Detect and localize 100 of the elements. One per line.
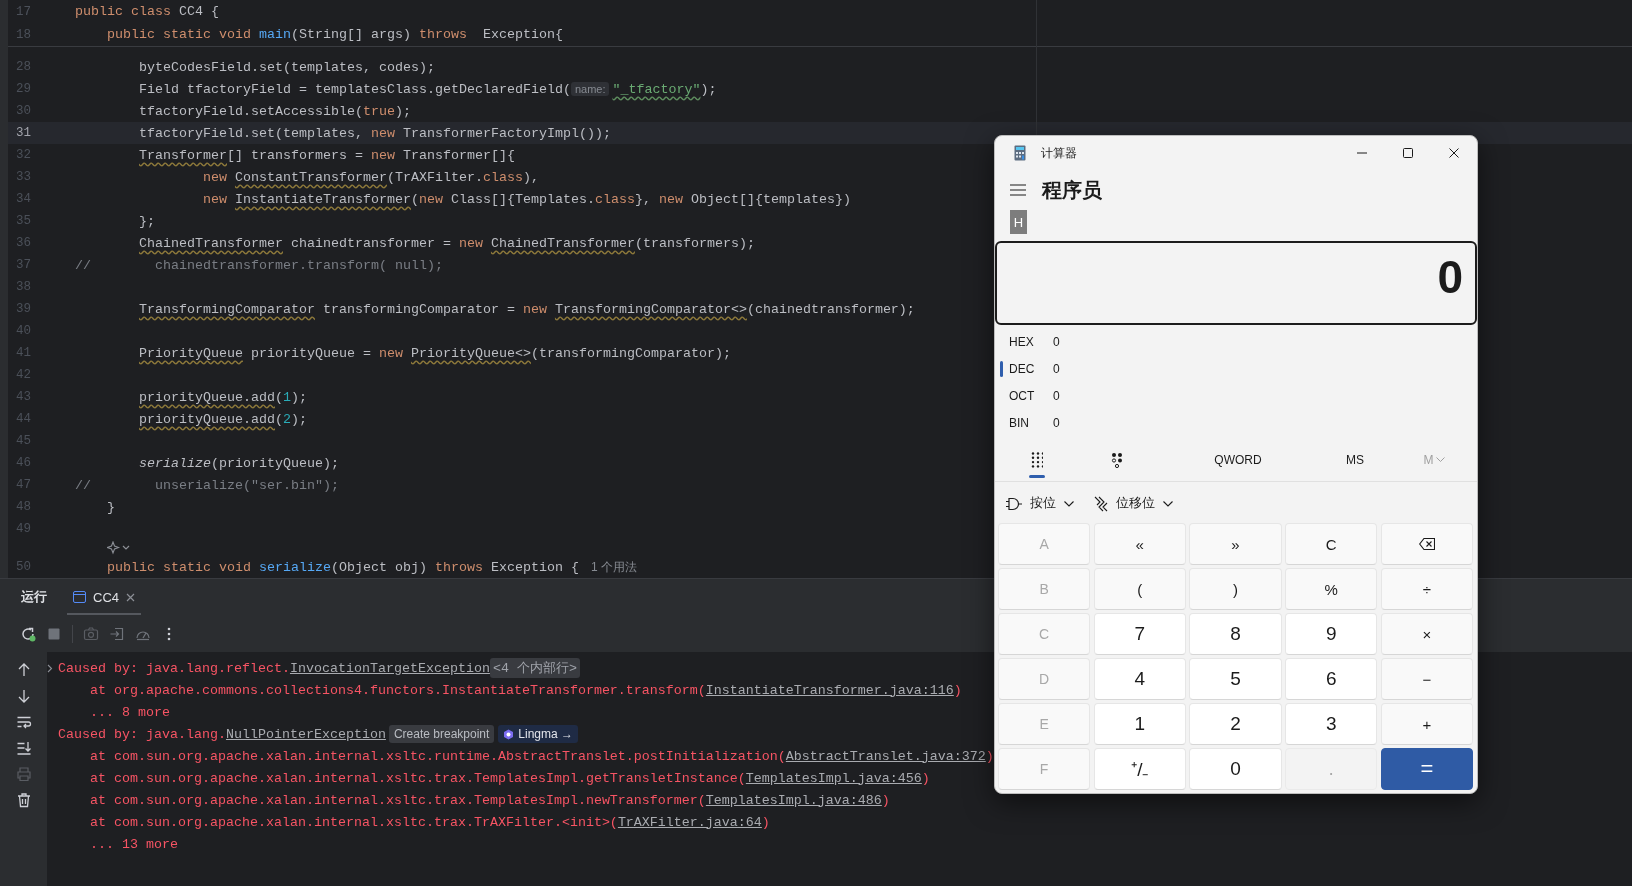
trash-icon[interactable]: [15, 792, 32, 808]
operator-key[interactable]: ÷: [1380, 568, 1473, 610]
operator-key[interactable]: (: [1093, 568, 1186, 610]
code-line: byteCodesField.set(templates, codes);: [138, 59, 435, 75]
code-line: // chainedtransformer.transform( null);: [75, 257, 443, 273]
code-line: };: [138, 213, 155, 229]
console-line: at com.sun.org.apache.xalan.internal.xsltc.trax.TrAXFilter.<init>(TrAXFilter.java:64): [89, 814, 770, 830]
maximize-icon: [1403, 148, 1413, 158]
parameter-hint: name:: [570, 81, 610, 96]
code-line: tfactoryField.set(templates, new TransformerFactoryImpl());: [138, 125, 611, 141]
bit-dots-icon: [1111, 452, 1123, 468]
menu-icon[interactable]: [1010, 184, 1026, 196]
source-link[interactable]: InstantiateTransformer.java:116: [705, 682, 954, 698]
code-line: tfactoryField.setAccessible(true);: [138, 103, 411, 119]
digit-key[interactable]: 3: [1285, 703, 1378, 745]
result-value: 0: [1437, 252, 1463, 302]
radix-row[interactable]: BIN 0: [995, 409, 1477, 436]
console-line: ... 8 more: [89, 704, 170, 720]
bitwise-dropdown[interactable]: 位移位: [1094, 495, 1173, 512]
backspace-icon: [1418, 538, 1435, 550]
code-line: priorityQueue.add(1);: [138, 389, 307, 405]
memory-store-button[interactable]: MS: [1319, 440, 1391, 481]
print-icon: [15, 766, 32, 782]
calculator-app-icon: [1014, 145, 1026, 161]
radix-row[interactable]: OCT 0: [995, 382, 1477, 409]
camera-icon: [83, 625, 99, 642]
keypad-icon: [1031, 452, 1043, 468]
operator-key[interactable]: −: [1380, 658, 1473, 700]
close-icon: [1449, 148, 1459, 158]
history-badge: H: [1010, 210, 1027, 234]
folded-lines-chip[interactable]: <4 个内部行>: [489, 658, 580, 678]
chevron-down-icon: [1435, 457, 1445, 463]
source-link[interactable]: InvocationTargetException: [289, 660, 490, 676]
radix-row[interactable]: DEC 0: [995, 355, 1477, 382]
window-title: 计算器: [1041, 144, 1078, 162]
operator-key[interactable]: «: [1093, 523, 1186, 565]
code-line: Field tfactoryField = templatesClass.getDeclaredField( name: "_tfactory");: [138, 81, 717, 97]
soft-wrap-icon[interactable]: [15, 714, 32, 730]
console-line: Caused by: java.lang.NullPointerException: [58, 726, 386, 742]
code-line: TransformingComparator transformingComparator = new TransformingComparator<>(chainedtransformer);: [138, 301, 915, 317]
create-breakpoint-button[interactable]: Create breakpoint: [388, 725, 495, 743]
digit-key[interactable]: 2: [1189, 703, 1282, 745]
operator-key[interactable]: C: [1285, 523, 1378, 565]
code-line: public static void main(String[] args) throws Exception{: [106, 27, 563, 42]
console-line: Caused by: java.lang.reflect.InvocationTargetException: [58, 660, 490, 676]
sparkle-menu-icon[interactable]: [107, 541, 131, 555]
code-line: public static void serialize(Object obj) throws Exception {: [106, 559, 579, 575]
digit-key[interactable]: 4: [1093, 658, 1186, 700]
bitwise-dropdown[interactable]: 按位: [1006, 495, 1074, 512]
code-line: public class CC4 {: [75, 4, 219, 19]
digit-key[interactable]: 6: [1285, 658, 1378, 700]
mode-title: 程序员: [1042, 177, 1102, 203]
code-line: serialize(priorityQueue);: [138, 455, 339, 471]
operator-key[interactable]: »: [1189, 523, 1282, 565]
logic-gate-icon: [1006, 496, 1022, 511]
operator-key[interactable]: %: [1285, 568, 1378, 610]
source-link[interactable]: NullPointerException: [225, 726, 386, 742]
console-icon: [73, 591, 86, 603]
digit-key[interactable]: 0: [1189, 748, 1282, 790]
chevron-down-icon: [1163, 500, 1173, 507]
rerun-icon[interactable]: [20, 625, 36, 642]
code-line: new InstantiateTransformer(new Class[]{Templates.class}, new Object[]{templates}): [202, 191, 851, 207]
digit-key[interactable]: 7: [1093, 613, 1186, 655]
operator-key[interactable]: ): [1189, 568, 1282, 610]
console-line: at com.sun.org.apache.xalan.internal.xsltc.trax.TemplatesImpl.newTransformer(TemplatesImpl.java:486): [89, 792, 890, 808]
usages-hint[interactable]: 1 个用法: [590, 558, 637, 576]
chevron-down-icon: [1064, 500, 1074, 507]
console-line: at org.apache.commons.collections4.functors.InstantiateTransformer.transform(InstantiateTransformer.java:116): [89, 682, 962, 698]
radix-row[interactable]: HEX 0: [995, 328, 1477, 355]
scroll-to-end-icon[interactable]: [15, 740, 32, 756]
console-line: at com.sun.org.apache.xalan.internal.xsltc.runtime.AbstractTranslet.postInitialization(AbstractTranslet.java:372): [89, 748, 994, 764]
code-line: PriorityQueue priorityQueue = new PriorityQueue<>(transformingComparator);: [138, 345, 731, 361]
assistant-logo-icon: [503, 728, 515, 740]
ai-assistant-button[interactable]: Lingma →: [498, 725, 579, 743]
digit-key[interactable]: ⁺/₋: [1093, 748, 1186, 790]
source-link[interactable]: TemplatesImpl.java:486: [705, 792, 882, 808]
console-line: at com.sun.org.apache.xalan.internal.xsltc.trax.TemplatesImpl.getTransletInstance(TemplatesImpl.java:456): [89, 770, 930, 786]
exit-icon[interactable]: [109, 625, 125, 642]
code-line: new ConstantTransformer(TrAXFilter.class),: [202, 169, 539, 185]
operator-key[interactable]: ×: [1380, 613, 1473, 655]
panel-title: 运行: [21, 588, 47, 606]
equals-key[interactable]: =: [1380, 748, 1473, 790]
digit-key[interactable]: 9: [1285, 613, 1378, 655]
operator-key[interactable]: +: [1380, 703, 1473, 745]
word-size-button[interactable]: QWORD: [1157, 440, 1319, 481]
code-line: // unserialize("ser.bin");: [75, 477, 339, 493]
source-link[interactable]: AbstractTranslet.java:372: [785, 748, 986, 764]
code-line: Transformer[] transformers = new Transformer[]{: [138, 147, 515, 163]
source-link[interactable]: TrAXFilter.java:64: [617, 814, 762, 830]
code-line: }: [106, 499, 115, 515]
digit-key[interactable]: 8: [1189, 613, 1282, 655]
digit-key[interactable]: 1: [1093, 703, 1186, 745]
source-link[interactable]: TemplatesImpl.java:456: [745, 770, 922, 786]
digit-key[interactable]: 5: [1189, 658, 1282, 700]
code-line: priorityQueue.add(2);: [138, 411, 307, 427]
expand-chevron-icon[interactable]: [47, 663, 53, 673]
close-icon[interactable]: [126, 592, 135, 602]
console-line: ... 13 more: [89, 836, 178, 852]
code-line: ChainedTransformer chainedtransformer = new ChainedTransformer(transformers);: [138, 235, 755, 251]
line-number: 31: [15, 126, 31, 140]
